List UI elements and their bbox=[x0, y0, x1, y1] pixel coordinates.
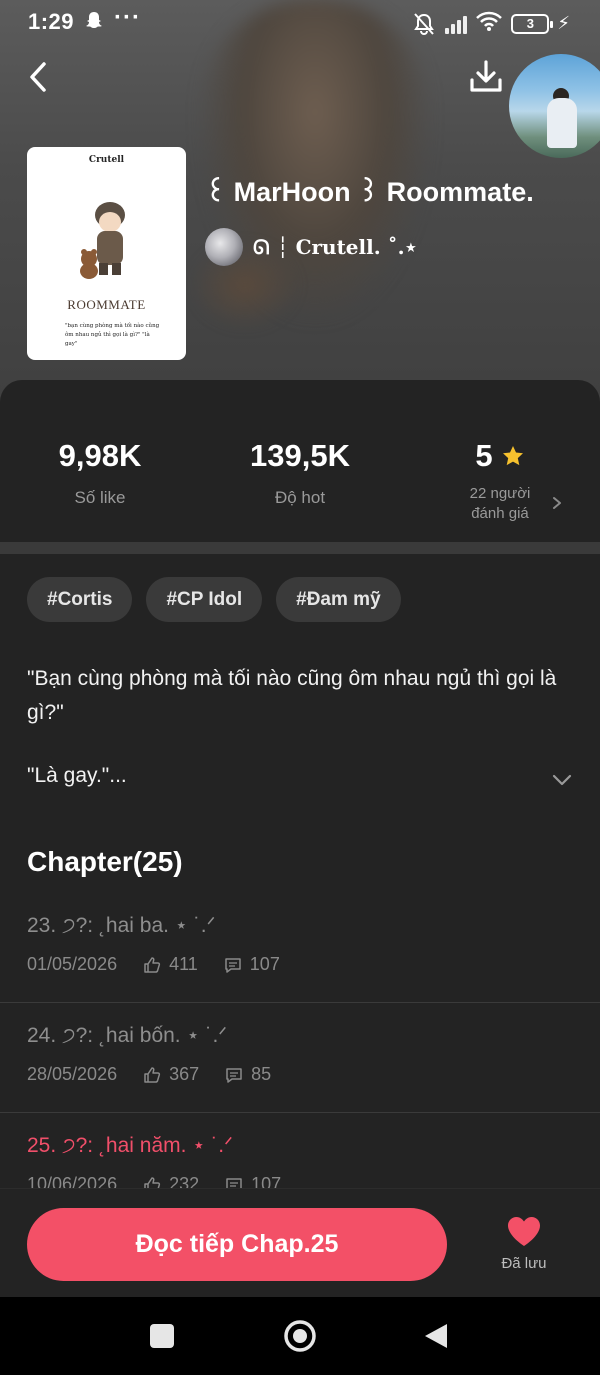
tag-cortis[interactable]: #Cortis bbox=[27, 577, 133, 622]
chapter-title: 23. ੭?: ˛hai ba. ⋆ ˙.ᐟ bbox=[27, 914, 216, 937]
snapchat-icon bbox=[84, 10, 104, 36]
story-title: ꒰ MarHoon ꒱ Roommate. bbox=[205, 177, 534, 207]
signal-icon bbox=[445, 14, 468, 34]
author-link[interactable]: ᘏ ┆ Crutell. ˚.⋆ bbox=[205, 228, 417, 266]
status-overflow: ··· bbox=[114, 4, 141, 31]
heart-icon bbox=[508, 1217, 540, 1246]
story-detail-sheet: 9,98K Số like 139,5K Độ hot 5 22 người đ… bbox=[0, 380, 600, 1297]
home-icon[interactable] bbox=[283, 1319, 317, 1353]
bell-off-icon bbox=[411, 12, 437, 36]
chapter-date: 28/05/2026 bbox=[27, 1064, 118, 1084]
continue-reading-button[interactable]: Đọc tiếp Chap.25 bbox=[27, 1208, 447, 1281]
chapter-meta: 28/05/2026 367 85 bbox=[27, 1064, 271, 1085]
story-description-more: "Là gay."... bbox=[27, 764, 127, 787]
tag-cp-idol[interactable]: #CP Idol bbox=[146, 577, 263, 622]
chapter-likes: 411 bbox=[169, 954, 198, 974]
recent-apps-icon[interactable] bbox=[150, 1324, 174, 1348]
wifi-icon bbox=[475, 10, 503, 37]
user-avatar[interactable] bbox=[509, 54, 600, 158]
rating-label: 22 người đánh giá bbox=[469, 485, 531, 522]
story-description: "Bạn cùng phòng mà tối nào cũng ôm nhau … bbox=[27, 667, 557, 724]
comment-icon bbox=[225, 957, 241, 973]
rating-value: 5 bbox=[475, 438, 493, 473]
saved-label: Đã lưu bbox=[501, 1255, 547, 1272]
hot-value: 139,5K bbox=[250, 438, 350, 473]
chapter-likes: 367 bbox=[169, 1064, 200, 1084]
bottom-action-bar: Đọc tiếp Chap.25 Đã lưu bbox=[0, 1188, 600, 1297]
back-button[interactable] bbox=[24, 60, 54, 94]
cover-character-illustration bbox=[80, 202, 125, 279]
hot-label: Độ hot bbox=[274, 488, 326, 507]
expand-description-icon[interactable] bbox=[550, 772, 574, 788]
story-header: 1:29 ··· 3 ⚡ Crutell ROOMMATE "bạn cùng … bbox=[0, 0, 600, 420]
back-triangle-icon[interactable] bbox=[423, 1322, 449, 1350]
chapter-comments: 107 bbox=[249, 954, 280, 974]
chapter-list-heading: Chapter(25) bbox=[27, 846, 183, 877]
chapter-item-23[interactable]: 23. ੭?: ˛hai ba. ⋆ ˙.ᐟ 01/05/2026 411 10… bbox=[0, 893, 600, 1003]
cover-quote: "bạn cùng phòng mà tối nào cũng ôm nhau … bbox=[65, 323, 160, 347]
thumbs-up-icon bbox=[144, 1066, 161, 1083]
chevron-right-icon[interactable] bbox=[550, 493, 564, 513]
section-divider bbox=[0, 542, 600, 554]
stats-row: 9,98K Số like 139,5K Độ hot 5 22 người đ… bbox=[0, 380, 600, 542]
battery-icon: 3 bbox=[511, 13, 554, 34]
tag-dam-my[interactable]: #Đam mỹ bbox=[276, 577, 401, 622]
download-button[interactable] bbox=[466, 58, 506, 98]
chapter-comments: 85 bbox=[251, 1064, 272, 1084]
status-time: 1:29 bbox=[28, 9, 75, 34]
chapter-meta: 01/05/2026 411 107 bbox=[27, 954, 280, 975]
cover-title: ROOMMATE bbox=[67, 297, 146, 312]
chapter-title: 24. ੭?: ˛hai bốn. ⋆ ˙.ᐟ bbox=[27, 1024, 228, 1047]
star-icon bbox=[502, 446, 523, 466]
rating-value-row: 5 bbox=[450, 438, 550, 474]
stat-rating[interactable]: 5 22 người đánh giá bbox=[450, 438, 550, 524]
comment-icon bbox=[226, 1067, 242, 1083]
system-navigation-bar bbox=[0, 1297, 600, 1375]
story-cover: Crutell ROOMMATE "bạn cùng phòng mà tối … bbox=[27, 147, 186, 360]
chapter-date: 01/05/2026 bbox=[27, 954, 118, 974]
chapter-item-24[interactable]: 24. ੭?: ˛hai bốn. ⋆ ˙.ᐟ 28/05/2026 367 8… bbox=[0, 1003, 600, 1113]
stat-hot: 139,5K Độ hot bbox=[240, 438, 360, 508]
status-indicators: 3 ⚡ bbox=[411, 10, 570, 37]
cover-author: Crutell bbox=[88, 155, 125, 165]
tag-list: #Cortis #CP Idol #Đam mỹ bbox=[27, 577, 401, 622]
status-bar: 1:29 ··· 3 ⚡ bbox=[0, 0, 600, 44]
saved-button[interactable]: Đã lưu bbox=[488, 1215, 560, 1272]
likes-label: Số like bbox=[74, 488, 126, 507]
chapter-title: 25. ੭?: ˛hai năm. ⋆ ˙.ᐟ bbox=[27, 1134, 233, 1157]
charging-icon: ⚡ bbox=[557, 13, 570, 33]
author-avatar bbox=[205, 228, 243, 266]
thumbs-up-icon bbox=[144, 956, 161, 973]
author-name: ᘏ ┆ Crutell. ˚.⋆ bbox=[253, 235, 418, 259]
likes-value: 9,98K bbox=[58, 438, 142, 473]
stat-likes: 9,98K Số like bbox=[50, 438, 150, 508]
